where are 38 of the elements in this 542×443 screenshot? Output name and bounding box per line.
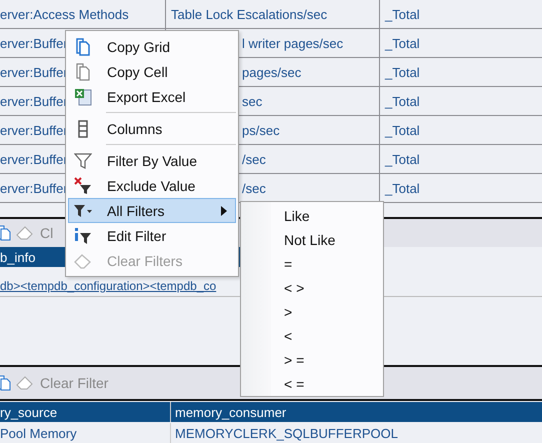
edit-filter-icon xyxy=(74,226,92,244)
table-cell: Table Lock Escalations/sec xyxy=(166,0,380,28)
menu-item[interactable]: < = xyxy=(241,372,383,396)
column-header[interactable]: ry_source xyxy=(0,402,171,422)
table-cell: Pool Memory xyxy=(0,423,171,443)
xml-link[interactable]: db><tempdb_configuration><tempdb_co xyxy=(0,279,216,293)
table-cell-text: _Total xyxy=(384,122,421,140)
exclude-filter-icon xyxy=(74,176,92,194)
filter-dropdown-icon xyxy=(73,204,93,218)
menu-item[interactable]: = xyxy=(241,252,383,276)
menu-item[interactable]: > = xyxy=(241,348,383,372)
columns-icon xyxy=(77,120,89,138)
menu-item[interactable]: > xyxy=(241,300,383,324)
eraser-icon[interactable] xyxy=(16,375,34,391)
table-cell-text: MEMORYCLERK_SQLBUFFERPOOL xyxy=(174,424,399,443)
table-cell-text: _Total xyxy=(384,180,421,198)
eraser-icon xyxy=(74,252,92,268)
menu-item[interactable]: Not Like xyxy=(241,228,383,252)
menu-item[interactable]: Edit Filter xyxy=(68,223,236,248)
table-cell-text: _Total xyxy=(384,92,421,111)
column-header[interactable]: memory_consumer xyxy=(171,402,542,422)
filter-icon xyxy=(74,152,92,170)
submenu-arrow-icon xyxy=(221,206,227,216)
menu-item[interactable]: Like xyxy=(241,204,383,228)
copy-icon xyxy=(75,38,91,56)
table-cell-text: _Total xyxy=(384,34,421,53)
table-cell: erver:Access Methods xyxy=(0,0,166,28)
table-cell-text: _Total xyxy=(384,64,421,82)
copy-icon xyxy=(75,62,91,80)
table-cell-text: _Total xyxy=(384,6,421,24)
copy-icon[interactable] xyxy=(0,225,12,241)
eraser-icon[interactable] xyxy=(16,225,34,241)
menu-item[interactable]: < > xyxy=(241,276,383,300)
menu-item[interactable]: < xyxy=(241,324,383,348)
menu-item[interactable]: All Filters xyxy=(68,198,236,223)
table-cell-text: _Total xyxy=(384,150,421,169)
spreadsheet-icon xyxy=(74,88,92,106)
copy-icon[interactable] xyxy=(0,375,12,391)
